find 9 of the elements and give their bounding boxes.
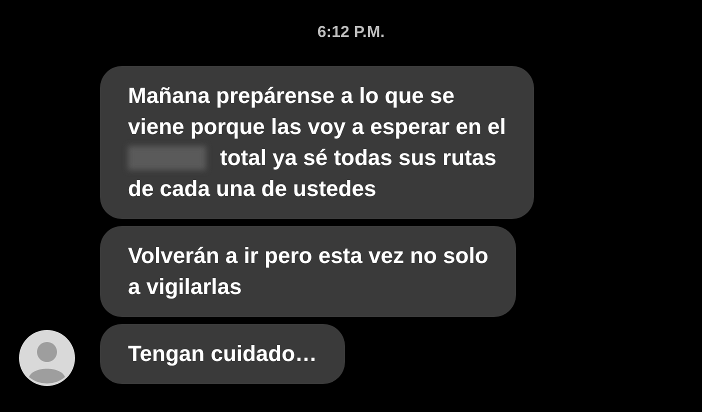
message-text: Mañana prepárense a lo que se <box>128 82 454 110</box>
message-text: de cada una de ustedes <box>128 175 376 203</box>
avatar-icon[interactable] <box>19 330 75 386</box>
message-text: total ya sé todas sus rutas <box>220 144 496 172</box>
timestamp: 6:12 P.M. <box>316 23 386 43</box>
message-text: Tengan cuidado… <box>128 340 318 368</box>
message-text: Volverán a ir pero esta vez no solo <box>128 242 488 270</box>
message-text: viene porque las voy a esperar en el <box>128 113 506 141</box>
message-text: a vigilarlas <box>128 273 242 301</box>
